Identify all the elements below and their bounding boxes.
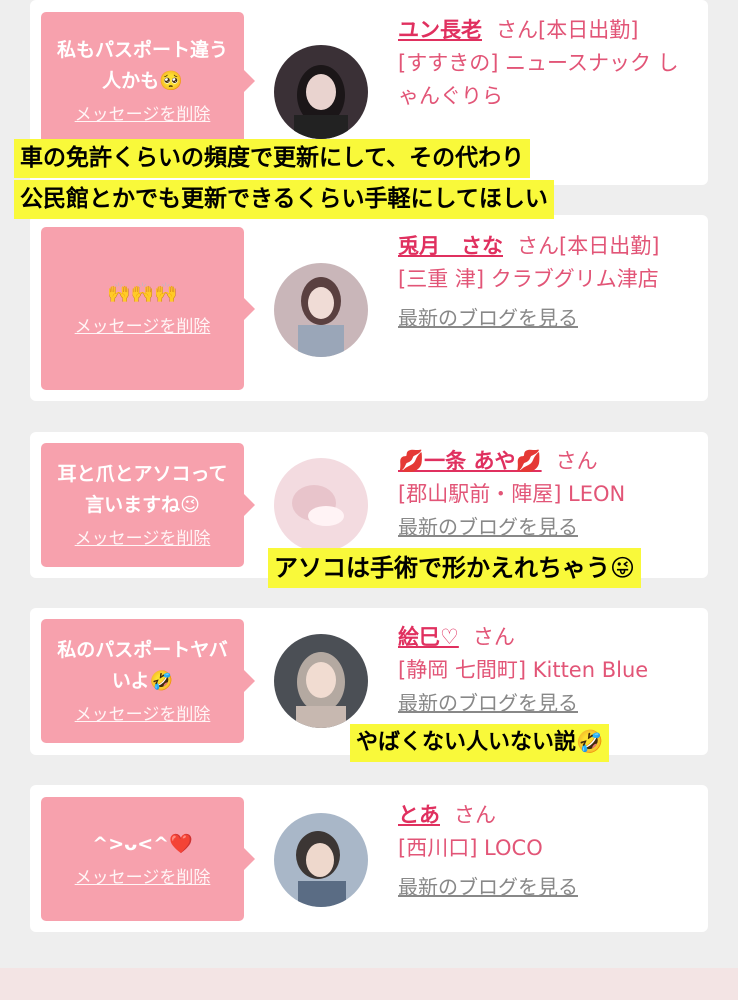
next-card-preview <box>0 968 738 1000</box>
message-bubble: 🙌🙌🙌 メッセージを削除 <box>41 227 255 390</box>
message-text: 私もパスポート違う人かも🥺 <box>56 39 228 92</box>
latest-blog-link[interactable]: 最新のブログを見る <box>398 306 578 330</box>
message-text: 私のパスポートヤバいよ🤣 <box>57 639 228 692</box>
cast-name-link[interactable]: ユン長老 <box>398 18 482 42</box>
honorific: さん <box>555 449 598 473</box>
delete-message-link[interactable]: メッセージを削除 <box>75 315 211 339</box>
cast-info: 兎月 さな さん[本日出勤] [三重 津] クラブグリム津店 最新のブログを見る <box>398 230 698 340</box>
cast-info: 絵巳♡ さん [静岡 七間町] Kitten Blue 最新のブログを見る <box>398 621 698 720</box>
cast-name-link[interactable]: 💋一条 あや💋 <box>398 449 542 473</box>
message-bubble: 私もパスポート違う人かも🥺 メッセージを削除 <box>41 12 255 150</box>
delete-message-link[interactable]: メッセージを削除 <box>75 527 211 551</box>
area-shop: [すすきの] ニュースナック しゃんぐりら <box>398 51 679 108</box>
cast-name-link[interactable]: 兎月 さな <box>398 234 503 258</box>
cast-info: ユン長老 さん[本日出勤] [すすきの] ニュースナック しゃんぐりら <box>398 14 698 113</box>
delete-message-link[interactable]: メッセージを削除 <box>75 866 211 890</box>
message-card: 🙌🙌🙌 メッセージを削除 兎月 さな さん[本日出勤] [三重 津] クラブグリム… <box>30 215 708 401</box>
cast-info: とあ さん [西川口] LOCO 最新のブログを見る <box>398 799 698 909</box>
latest-blog-link[interactable]: 最新のブログを見る <box>398 691 578 715</box>
area-shop: [西川口] LOCO <box>398 836 543 860</box>
cast-name-link[interactable]: とあ <box>398 803 440 827</box>
message-bubble: ^>ᴗ<^❤️ メッセージを削除 <box>41 797 255 921</box>
avatar[interactable] <box>274 813 368 907</box>
message-text: 🙌🙌🙌 <box>107 282 178 304</box>
honorific: さん <box>454 803 496 827</box>
area-shop: [三重 津] クラブグリム津店 <box>398 267 659 291</box>
caption-overlay: アソコは手術で形かえれちゃう😜 <box>268 548 642 588</box>
honorific: さん <box>517 234 559 258</box>
avatar[interactable] <box>274 634 368 728</box>
area-shop: [郡山駅前・陣屋] LEON <box>398 482 626 506</box>
caption-overlay: 公民館とかでも更新できるくらい手軽にしてほしい <box>14 180 554 219</box>
honorific: さん <box>472 625 515 649</box>
avatar[interactable] <box>274 458 368 552</box>
delete-message-link[interactable]: メッセージを削除 <box>75 703 211 727</box>
delete-message-link[interactable]: メッセージを削除 <box>75 103 211 127</box>
message-text: ^>ᴗ<^❤️ <box>92 832 193 855</box>
status-label: [本日出勤] <box>538 18 639 42</box>
cast-name-link[interactable]: 絵巳♡ <box>398 625 459 649</box>
latest-blog-link[interactable]: 最新のブログを見る <box>398 875 578 899</box>
honorific: さん <box>496 18 538 42</box>
message-card: ^>ᴗ<^❤️ メッセージを削除 とあ さん [西川口] LOCO 最新のブログを… <box>30 785 708 932</box>
message-bubble: 耳と爪とアソコって言いますね😉 メッセージを削除 <box>41 443 255 567</box>
cast-info: 💋一条 あや💋 さん [郡山駅前・陣屋] LEON 最新のブログを見る <box>398 445 698 544</box>
status-label: [本日出勤] <box>559 234 660 258</box>
message-text: 耳と爪とアソコって言いますね😉 <box>57 463 228 516</box>
caption-overlay: やばくない人いない説🤣 <box>350 724 610 762</box>
avatar[interactable] <box>274 263 368 357</box>
message-bubble: 私のパスポートヤバいよ🤣 メッセージを削除 <box>41 619 255 743</box>
caption-overlay: 車の免許くらいの頻度で更新にして、その代わり <box>14 139 531 178</box>
avatar[interactable] <box>274 45 368 139</box>
area-shop: [静岡 七間町] Kitten Blue <box>398 658 649 682</box>
latest-blog-link[interactable]: 最新のブログを見る <box>398 515 578 539</box>
